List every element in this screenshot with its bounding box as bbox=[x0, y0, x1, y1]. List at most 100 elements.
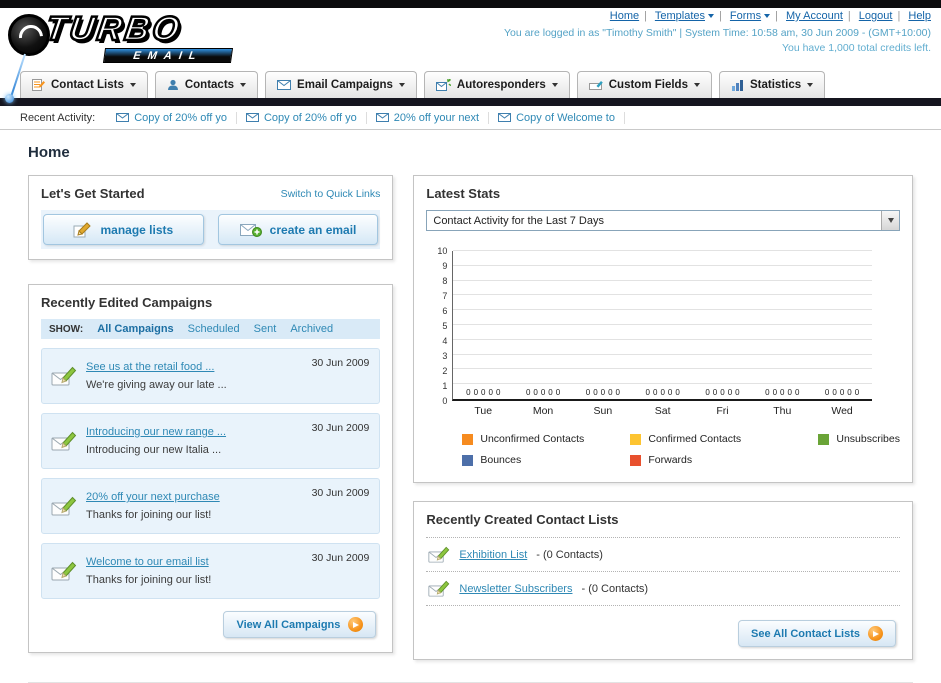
campaign-row[interactable]: See us at the retail food ... We're givi… bbox=[41, 348, 381, 404]
chart-bar-value: 0 bbox=[593, 388, 598, 397]
envelope-pencil-icon bbox=[428, 545, 450, 564]
campaign-title-link[interactable]: 20% off your next purchase bbox=[86, 491, 220, 503]
chart-legend-item: Confirmed Contacts bbox=[630, 433, 818, 445]
contact-list-link[interactable]: Exhibition List bbox=[459, 549, 527, 561]
chart-bar-value: 0 bbox=[548, 388, 553, 397]
chart-y-tick-label: 6 bbox=[442, 306, 448, 316]
manage-lists-button[interactable]: manage lists bbox=[43, 214, 204, 245]
link-forms[interactable]: Forms bbox=[730, 10, 761, 22]
chart-bar-value: 0 bbox=[540, 388, 546, 397]
tab-label: Email Campaigns bbox=[297, 79, 393, 91]
switch-quick-links-link[interactable]: Switch to Quick Links bbox=[281, 188, 381, 200]
campaign-subtitle: Thanks for joining our list! bbox=[86, 509, 212, 521]
recent-activity-link[interactable]: Copy of 20% off yo bbox=[134, 112, 227, 124]
campaign-title-link[interactable]: Welcome to our email list bbox=[86, 556, 209, 568]
chart-bar-value: 0 bbox=[727, 388, 733, 397]
envelope-icon bbox=[498, 113, 512, 122]
see-all-contact-lists-button[interactable]: See All Contact Lists bbox=[737, 620, 896, 647]
link-help[interactable]: Help bbox=[908, 10, 931, 22]
legend-swatch bbox=[630, 433, 642, 445]
view-all-campaigns-button[interactable]: View All Campaigns bbox=[223, 611, 377, 638]
campaign-row[interactable]: 20% off your next purchase Thanks for jo… bbox=[41, 478, 381, 534]
chart-bar-value: 0 bbox=[473, 388, 479, 397]
create-email-button[interactable]: create an email bbox=[217, 214, 379, 245]
recent-activity-link[interactable]: Copy of 20% off yo bbox=[264, 112, 357, 124]
tab-contacts[interactable]: Contacts bbox=[154, 71, 259, 98]
contact-list-row[interactable]: Newsletter Subscribers - (0 Contacts) bbox=[426, 572, 900, 606]
legend-label: Unconfirmed Contacts bbox=[480, 433, 585, 445]
latest-stats-panel: Latest Stats Contact Activity for the La… bbox=[413, 175, 913, 483]
legend-swatch bbox=[818, 433, 830, 445]
link-logout[interactable]: Logout bbox=[859, 10, 893, 22]
campaign-date: 30 Jun 2009 bbox=[311, 357, 370, 369]
get-started-panel: Let's Get Started Switch to Quick Links … bbox=[28, 175, 394, 260]
stats-chart: 0 1 2 3 4 5 6 7 8 9 10 000000000000000000000000000… bbox=[426, 246, 900, 406]
chart-bar-value: 0 bbox=[533, 388, 538, 397]
contact-lists-icon bbox=[32, 79, 45, 91]
show-label: SHOW: bbox=[49, 323, 84, 335]
chart-bar-value: 0 bbox=[652, 388, 658, 397]
link-home[interactable]: Home bbox=[610, 10, 639, 22]
main-nav: Contact Lists Contacts Email Campaigns A… bbox=[0, 66, 941, 98]
recent-campaigns-title: Recently Edited Campaigns bbox=[41, 295, 213, 310]
orange-arrow-icon bbox=[348, 617, 364, 632]
chart-y-tick-label: 0 bbox=[442, 396, 448, 406]
filter-sent[interactable]: Sent bbox=[254, 323, 277, 335]
envelope-pencil-icon bbox=[51, 552, 77, 590]
link-my-account[interactable]: My Account bbox=[786, 10, 843, 22]
legend-label: Bounces bbox=[480, 454, 522, 466]
campaign-title-link[interactable]: Introducing our new range ... bbox=[86, 426, 226, 438]
chart-bar-value: 0 bbox=[772, 388, 778, 397]
legend-swatch bbox=[462, 433, 474, 445]
campaign-row[interactable]: Introducing our new range ... Introducin… bbox=[41, 413, 381, 469]
contact-list-link[interactable]: Newsletter Subscribers bbox=[459, 583, 572, 595]
chart-bar-value: 0 bbox=[780, 388, 785, 397]
page-title: Home bbox=[28, 144, 70, 161]
campaign-date: 30 Jun 2009 bbox=[311, 422, 370, 434]
statistics-icon bbox=[731, 79, 744, 91]
filter-archived[interactable]: Archived bbox=[290, 323, 333, 335]
stats-period-value: Contact Activity for the Last 7 Days bbox=[433, 214, 604, 227]
chevron-down-icon bbox=[708, 14, 714, 19]
chart-x-axis: Tue Mon Sun Sat Fri Thu Wed bbox=[426, 401, 900, 417]
tab-email-campaigns[interactable]: Email Campaigns bbox=[265, 71, 417, 98]
manage-lists-label: manage lists bbox=[100, 222, 174, 237]
contacts-icon bbox=[167, 79, 179, 91]
filter-all-campaigns[interactable]: All Campaigns bbox=[97, 323, 173, 335]
chart-y-tick-label: 7 bbox=[442, 291, 448, 301]
recent-contact-lists-title: Recently Created Contact Lists bbox=[426, 512, 619, 527]
left-column: Let's Get Started Switch to Quick Links … bbox=[28, 175, 394, 653]
chart-bar-group: 00000 bbox=[812, 251, 872, 399]
turbo-email-logo: TURBO EMAIL bbox=[8, 9, 258, 66]
campaign-subtitle: We're giving away our late ... bbox=[86, 379, 227, 391]
filter-scheduled[interactable]: Scheduled bbox=[188, 323, 240, 335]
campaign-date: 30 Jun 2009 bbox=[311, 487, 370, 499]
chart-x-tick-label: Tue bbox=[474, 405, 493, 417]
legend-label: Confirmed Contacts bbox=[648, 433, 742, 445]
tab-contact-lists[interactable]: Contact Lists bbox=[20, 71, 148, 98]
chart-bar-value: 0 bbox=[525, 388, 531, 397]
chart-bar-value: 0 bbox=[712, 388, 718, 397]
chart-y-tick-label: 5 bbox=[442, 321, 448, 331]
legend-label: Unsubscribes bbox=[836, 433, 900, 445]
tab-statistics[interactable]: Statistics bbox=[718, 71, 826, 98]
envelope-pencil-icon bbox=[428, 579, 450, 598]
tab-autoresponders[interactable]: Autoresponders bbox=[423, 71, 570, 98]
contact-list-row[interactable]: Exhibition List - (0 Contacts) bbox=[426, 538, 900, 572]
recent-activity-bar: Recent Activity: Copy of 20% off yo Copy… bbox=[0, 106, 941, 130]
chart-bar-value: 0 bbox=[735, 388, 740, 397]
link-templates[interactable]: Templates bbox=[655, 10, 705, 22]
stats-period-select[interactable]: Contact Activity for the Last 7 Days bbox=[426, 210, 900, 231]
chevron-down-icon bbox=[398, 83, 405, 87]
recent-activity-link[interactable]: Copy of Welcome to bbox=[516, 112, 615, 124]
chart-x-tick-label: Sun bbox=[593, 405, 613, 417]
recent-activity-link[interactable]: 20% off your next bbox=[394, 112, 479, 124]
orange-arrow-icon bbox=[868, 626, 883, 641]
campaign-row[interactable]: Welcome to our email list Thanks for joi… bbox=[41, 543, 381, 599]
chart-bar-value: 0 bbox=[847, 388, 852, 397]
chart-bar-value: 0 bbox=[555, 388, 561, 397]
create-email-label: create an email bbox=[269, 222, 357, 237]
tab-custom-fields[interactable]: Custom Fields bbox=[576, 71, 712, 98]
campaign-title-link[interactable]: See us at the retail food ... bbox=[86, 361, 214, 373]
chart-x-labels: Tue Mon Sun Sat Fri Thu Wed bbox=[453, 401, 872, 417]
